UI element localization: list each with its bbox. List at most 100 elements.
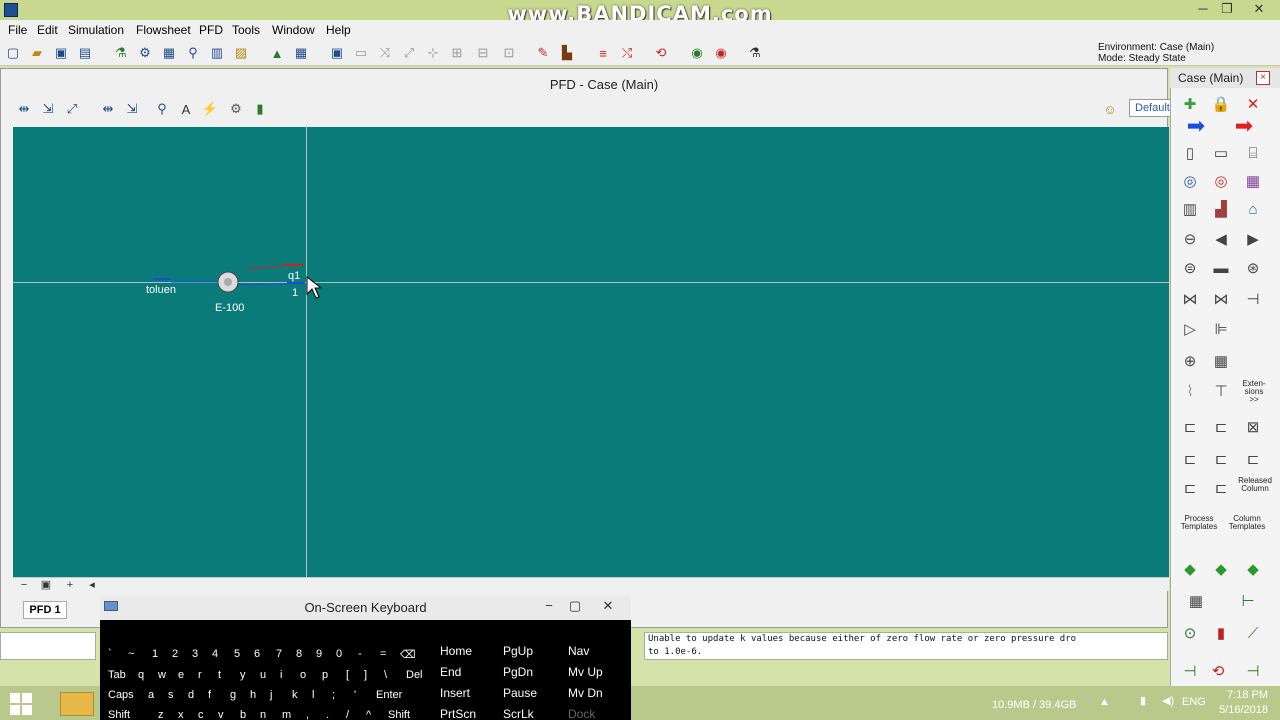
osk-key[interactable]: ]: [364, 669, 367, 681]
clock-date[interactable]: 5/16/2018: [1204, 704, 1268, 716]
column-icon-4[interactable]: ⊏: [1178, 448, 1202, 470]
osk-key[interactable]: ⌫: [400, 648, 416, 661]
tee-icon[interactable]: ⊣: [1241, 288, 1265, 310]
mpc-icon[interactable]: ⊣: [1241, 660, 1265, 682]
extensions-label[interactable]: Exten- sions >>: [1238, 380, 1270, 404]
osk-key[interactable]: Tab: [108, 669, 126, 681]
energy-stream-icon[interactable]: ➡: [1232, 113, 1256, 138]
osk-key[interactable]: ,: [306, 709, 309, 720]
osk-close-button[interactable]: ✕: [597, 598, 619, 614]
palette-close-button[interactable]: ×: [1256, 71, 1270, 85]
product-stream-label[interactable]: 1: [292, 287, 298, 299]
column-icon-3[interactable]: ⊠: [1241, 416, 1265, 438]
zoom-fit-small-icon[interactable]: ▣: [37, 579, 55, 591]
osk-key[interactable]: f: [208, 689, 211, 701]
notes-icon[interactable]: ▨: [232, 44, 250, 62]
scroll-left-icon[interactable]: ◂: [83, 579, 101, 591]
recycle-pump-icon[interactable]: ▬: [1209, 257, 1233, 279]
pfd-icon[interactable]: ▣: [328, 44, 346, 62]
osk-key[interactable]: 2: [172, 648, 178, 660]
column-icon-7[interactable]: ⊏: [1178, 477, 1202, 499]
palette-lock-icon[interactable]: 🔒: [1209, 93, 1233, 115]
separator-icon[interactable]: ▯: [1178, 142, 1202, 164]
pfr-icon[interactable]: ▦: [1209, 350, 1233, 372]
osk-key[interactable]: s: [168, 689, 174, 701]
fired-heater-icon[interactable]: ▟: [1209, 198, 1233, 220]
column-icon-5[interactable]: ⊏: [1209, 448, 1233, 470]
solver-stop-icon[interactable]: ≡: [594, 44, 612, 62]
logical-set-icon[interactable]: ◆: [1178, 558, 1202, 580]
menu-window[interactable]: Window: [272, 23, 315, 37]
column-icon-1[interactable]: ⊏: [1178, 416, 1202, 438]
binoculars-icon[interactable]: ⚲: [184, 44, 202, 62]
osk-key[interactable]: Caps: [108, 689, 134, 701]
transfer-fn-icon[interactable]: ⟋: [1241, 622, 1265, 644]
logical-adjust-icon[interactable]: ◆: [1209, 558, 1233, 580]
dynamics-icon[interactable]: ⟲: [652, 44, 670, 62]
vessel-icon[interactable]: ⌸: [1241, 142, 1265, 164]
pfd-zoom-fit-icon[interactable]: ⤢: [63, 100, 81, 118]
column-templates-label[interactable]: Column Templates: [1228, 515, 1266, 531]
zoom-in-icon[interactable]: +: [61, 579, 79, 591]
osk-nav-key[interactable]: Mv Up: [568, 665, 603, 679]
menu-tools[interactable]: Tools: [232, 23, 260, 37]
close-button[interactable]: ✕: [1244, 0, 1274, 20]
osk-key[interactable]: u: [260, 669, 266, 681]
osk-nav-key[interactable]: Mv Dn: [568, 686, 603, 700]
osk-key[interactable]: y: [240, 669, 246, 681]
connect-icon[interactable]: ⤨: [376, 44, 394, 62]
compressor-icon[interactable]: ◀: [1209, 228, 1233, 250]
menu-simulation[interactable]: Simulation: [68, 23, 124, 37]
flask-icon[interactable]: ⚗: [746, 44, 764, 62]
osk-key[interactable]: 7: [276, 648, 282, 660]
osk-key[interactable]: j: [270, 689, 272, 701]
expander-icon[interactable]: ▶: [1241, 228, 1265, 250]
osk-key[interactable]: a: [148, 689, 154, 701]
osk-nav-key[interactable]: Insert: [440, 686, 470, 700]
osk-key[interactable]: c: [198, 709, 204, 720]
integrator-icon[interactable]: ◉: [688, 44, 706, 62]
osk-key[interactable]: \: [384, 669, 387, 681]
osk-key[interactable]: 9: [316, 648, 322, 660]
pfd-canvas[interactable]: toluen E-100 q1 1: [13, 127, 1169, 577]
pfd-break-icon[interactable]: ⇲: [123, 100, 141, 118]
osk-key[interactable]: Shift: [388, 709, 410, 720]
material-stream-icon[interactable]: ➡: [1184, 113, 1208, 138]
chart-icon[interactable]: ▲: [268, 44, 286, 62]
menu-flowsheet[interactable]: Flowsheet: [136, 23, 191, 37]
osk-nav-key[interactable]: Home: [440, 644, 472, 658]
energy-stream-label[interactable]: q1: [288, 270, 300, 282]
heater-icon[interactable]: ◎: [1178, 170, 1202, 192]
released-column-label[interactable]: Released Column: [1238, 477, 1272, 505]
column-icon-8[interactable]: ⊏: [1209, 477, 1233, 499]
feed-stream-label[interactable]: toluen: [146, 284, 176, 296]
workbook-icon[interactable]: ▦: [160, 44, 178, 62]
valve-icon[interactable]: ⋈: [1178, 288, 1202, 310]
column-icon-6[interactable]: ⊏: [1241, 448, 1265, 470]
osk-key[interactable]: 0: [336, 648, 342, 660]
restore-button[interactable]: ❐: [1212, 0, 1242, 20]
osk-key[interactable]: 6: [254, 648, 260, 660]
spreadsheet-op-icon[interactable]: ▦: [1184, 590, 1208, 612]
pencil-icon[interactable]: ✎: [534, 44, 552, 62]
stop-integrator-icon[interactable]: ◉: [712, 44, 730, 62]
osk-key[interactable]: t: [218, 669, 221, 681]
new-icon[interactable]: ▢: [4, 44, 22, 62]
process-templates-label[interactable]: Process Templates: [1180, 515, 1218, 531]
osk-nav-key[interactable]: Pause: [503, 686, 537, 700]
heater-label[interactable]: E-100: [215, 302, 244, 314]
ungroup-icon[interactable]: ⊟: [474, 44, 492, 62]
pid-icon[interactable]: ⊣: [1178, 660, 1202, 682]
menu-pfd[interactable]: PFD: [199, 23, 223, 37]
column-icon-2[interactable]: ⊏: [1209, 416, 1233, 438]
osk-key[interactable]: m: [282, 709, 291, 720]
air-cooler-icon[interactable]: ⌂: [1241, 198, 1265, 220]
osk-key[interactable]: 4: [212, 648, 218, 660]
osk-key[interactable]: .: [326, 709, 329, 720]
generator-icon[interactable]: ⊜: [1178, 257, 1202, 279]
pfd-zoom-all-icon[interactable]: ⇹: [15, 100, 33, 118]
osk-key[interactable]: k: [292, 689, 298, 701]
save-as-icon[interactable]: ▤: [76, 44, 94, 62]
osk-nav-key[interactable]: PrtScn: [440, 707, 476, 720]
osk-key[interactable]: -: [358, 648, 362, 660]
